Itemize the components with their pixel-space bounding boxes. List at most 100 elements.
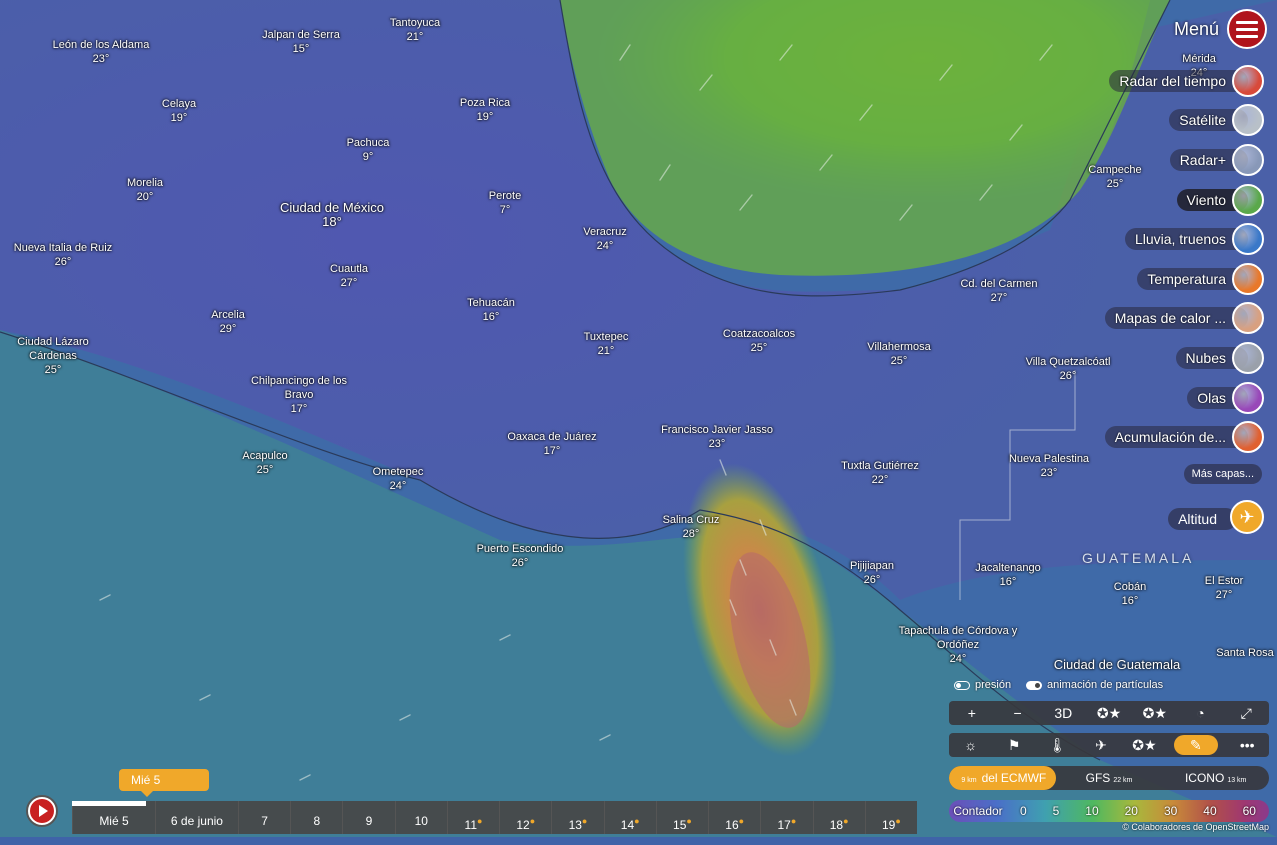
- menu[interactable]: Menú: [1174, 8, 1267, 50]
- city-label[interactable]: Nueva Italia de Ruiz 26°: [14, 241, 112, 269]
- city-name: Pachuca: [346, 137, 390, 149]
- city-temp: 19°: [170, 112, 188, 124]
- pressure-toggle[interactable]: presión: [954, 679, 1011, 691]
- model-option[interactable]: 9 km del ECMWF: [949, 766, 1056, 790]
- timeline-day[interactable]: 7: [237, 801, 290, 834]
- timeline[interactable]: Mié 56 de junio 7 8 9 10 11● 12● 13● 14● 15● 16● 17…: [72, 801, 917, 834]
- city-name: Ciudad de México: [279, 200, 385, 215]
- city-label[interactable]: Santa Rosa: [1216, 646, 1273, 660]
- city-temp: 27°: [340, 277, 358, 289]
- city-label[interactable]: Oaxaca de Juárez 17°: [507, 430, 596, 458]
- timeline-day[interactable]: 9: [342, 801, 394, 834]
- timeline-cursor[interactable]: Mié 5: [119, 769, 209, 797]
- toolbar-button[interactable]: ⤢: [1223, 705, 1269, 722]
- hamburger-icon[interactable]: [1227, 9, 1267, 49]
- city-label[interactable]: Veracruz 24°: [583, 225, 626, 253]
- city-label[interactable]: Chilpancingo de los Bravo 17°: [239, 374, 359, 416]
- layer-item[interactable]: Lluvia, truenos: [1124, 222, 1264, 256]
- model-option[interactable]: GFS 22 km: [1056, 766, 1163, 790]
- layer-item[interactable]: Satélite: [1169, 103, 1264, 137]
- city-label[interactable]: Celaya 19°: [162, 97, 196, 125]
- city-label[interactable]: Tantoyuca 21°: [390, 16, 440, 44]
- timeline-day[interactable]: 16●: [708, 801, 760, 834]
- city-name: Tuxtepec: [583, 331, 629, 343]
- city-label[interactable]: Tehuacán 16°: [467, 296, 515, 324]
- particles-toggle[interactable]: animación de partículas: [1026, 679, 1163, 691]
- toolbar-button[interactable]: +: [949, 705, 995, 721]
- city-label[interactable]: Tuxtepec 21°: [584, 330, 629, 358]
- toolbar-button[interactable]: ✪★: [1086, 705, 1132, 722]
- city-label[interactable]: Perote 7°: [489, 189, 521, 217]
- city-label[interactable]: Villa Quetzalcóatl 26°: [1026, 355, 1111, 383]
- city-label[interactable]: Jalpan de Serra 15°: [262, 28, 340, 56]
- city-label[interactable]: Ciudad Lázaro Cárdenas 25°: [0, 335, 113, 377]
- city-label[interactable]: Tuxtla Gutiérrez 22°: [841, 459, 919, 487]
- timeline-day[interactable]: 6 de junio: [154, 801, 238, 834]
- city-label[interactable]: Cd. del Carmen 27°: [960, 277, 1037, 305]
- toolbar-button[interactable]: −: [995, 705, 1041, 721]
- toolbar-button[interactable]: ✈: [1079, 737, 1122, 754]
- timeline-day[interactable]: 17●: [760, 801, 812, 834]
- toolbar-button[interactable]: ✪★: [1123, 737, 1166, 754]
- toolbar-button[interactable]: ✪★: [1132, 705, 1178, 722]
- city-label[interactable]: Nueva Palestina 23°: [1009, 452, 1089, 480]
- model-option[interactable]: ICONO 13 km: [1162, 766, 1269, 790]
- city-label[interactable]: El Estor 27°: [1205, 574, 1244, 602]
- city-label[interactable]: León de los Aldama 23°: [53, 38, 150, 66]
- legend-values: 0 5 10 20 30 40 60: [1007, 804, 1269, 818]
- timeline-day[interactable]: 15●: [655, 801, 708, 834]
- timeline-day[interactable]: 8: [290, 801, 342, 834]
- toolbar-button[interactable]: ⚑: [992, 737, 1035, 754]
- city-name: Chilpancingo de los Bravo: [250, 375, 347, 401]
- toolbar-button[interactable]: ◔: [1178, 705, 1224, 721]
- timeline-day[interactable]: 10: [394, 801, 447, 834]
- city-label[interactable]: Campeche 25°: [1088, 163, 1141, 191]
- city-label[interactable]: Cuautla 27°: [330, 262, 368, 290]
- city-label[interactable]: Francisco Javier Jasso 23°: [661, 423, 773, 451]
- layer-item[interactable]: Viento: [1176, 183, 1264, 217]
- city-label[interactable]: Acapulco 25°: [242, 449, 287, 477]
- layer-item[interactable]: Radar del tiempo: [1109, 64, 1264, 98]
- city-label[interactable]: Tapachula de Córdova y Ordóñez 24°: [898, 624, 1018, 666]
- day-label: 11: [464, 818, 477, 832]
- city-label[interactable]: Coatzacoalcos 25°: [723, 327, 795, 355]
- city-label[interactable]: Morelia 20°: [127, 176, 163, 204]
- timeline-day[interactable]: 12●: [499, 801, 551, 834]
- toolbar-button[interactable]: 3D: [1040, 705, 1086, 721]
- timeline-day[interactable]: 14●: [603, 801, 656, 834]
- city-label[interactable]: Pijijiapan 26°: [850, 559, 894, 587]
- play-button[interactable]: [26, 795, 58, 827]
- city-label[interactable]: Jacaltenango 16°: [975, 561, 1040, 589]
- attribution[interactable]: © Colaboradores de OpenStreetMap: [1122, 822, 1269, 832]
- timeline-day[interactable]: 11●: [446, 801, 499, 834]
- layer-item[interactable]: Radar+: [1169, 143, 1264, 177]
- timeline-day[interactable]: 19●: [864, 801, 917, 834]
- city-label[interactable]: Ometepec 24°: [373, 465, 424, 493]
- city-label[interactable]: Salina Cruz 28°: [663, 513, 720, 541]
- city-label[interactable]: Pachuca 9°: [347, 136, 390, 164]
- layer-item[interactable]: Mapas de calor ...: [1104, 301, 1264, 335]
- map-toolbar: + −3D ✪★ ✪★ ◔ ⤢: [949, 701, 1269, 725]
- city-label[interactable]: Poza Rica 19°: [460, 96, 510, 124]
- city-label[interactable]: Cobán 16°: [1114, 580, 1146, 608]
- city-label[interactable]: Villahermosa 25°: [867, 340, 930, 368]
- layer-item[interactable]: Temperatura: [1137, 262, 1264, 296]
- toolbar-button[interactable]: 🌡: [1036, 737, 1079, 754]
- city-temp: 18°: [322, 214, 342, 229]
- city-temp: 26°: [1059, 370, 1077, 382]
- city-label[interactable]: Ciudad de México 18°: [280, 201, 384, 229]
- city-label[interactable]: Arcelia 29°: [211, 308, 245, 336]
- toolbar-button[interactable]: •••: [1226, 737, 1269, 753]
- layer-item[interactable]: Nubes: [1175, 341, 1264, 375]
- airplane-icon[interactable]: ✈: [1230, 500, 1264, 534]
- city-label[interactable]: Puerto Escondido 26°: [477, 542, 564, 570]
- timeline-day[interactable]: 13●: [551, 801, 603, 834]
- timeline-day[interactable]: 18●: [812, 801, 865, 834]
- altitude-label[interactable]: Altitud: [1168, 508, 1237, 530]
- toolbar-button[interactable]: ✎: [1174, 735, 1218, 755]
- layer-item[interactable]: Olas: [1187, 381, 1264, 415]
- layer-item[interactable]: Acumulación de...: [1104, 420, 1264, 454]
- more-layers-button[interactable]: Más capas...: [1183, 464, 1262, 484]
- city-label[interactable]: Ciudad de Guatemala: [1054, 658, 1180, 672]
- toolbar-button[interactable]: ☼: [949, 737, 992, 753]
